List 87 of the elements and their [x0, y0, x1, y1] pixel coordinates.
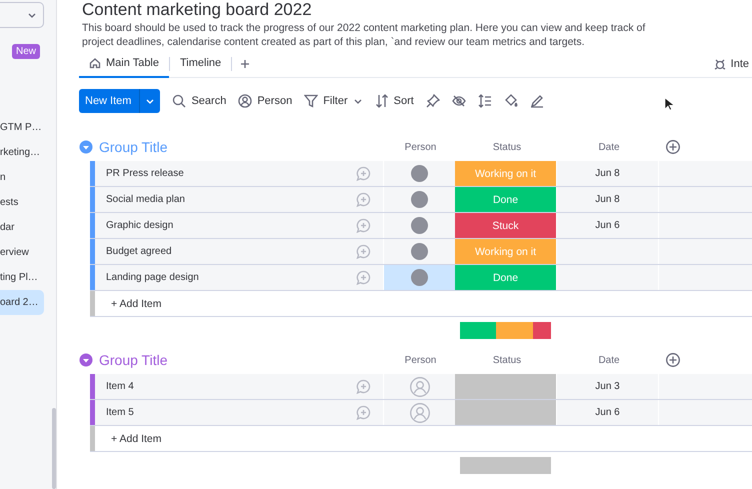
add-column-icon [666, 140, 680, 154]
home-icon [89, 57, 101, 69]
sidebar-item[interactable]: ests [0, 190, 44, 215]
add-item-input[interactable]: + Add Item [95, 432, 162, 444]
add-update-button[interactable] [356, 379, 371, 394]
robot-icon [714, 58, 726, 70]
board-description: This board should be used to track the progress of our 2022 content marketing plan. Here you can view and keep track of project deadlines, calendarise content created as part of this plan, `and review our team metrics and targets. [82, 21, 646, 49]
item-name[interactable]: Graphic design [95, 220, 174, 231]
chat-plus-icon [356, 379, 371, 394]
toolbar-sort-button[interactable]: Sort [374, 94, 414, 108]
pen-icon [530, 94, 544, 108]
integrate-button[interactable]: Inte [714, 58, 749, 70]
item-name[interactable]: PR Press release [95, 168, 184, 179]
column-header: Date [597, 142, 621, 152]
eye-slash-button[interactable] [452, 94, 466, 108]
chat-plus-icon [356, 166, 371, 181]
add-update-button[interactable] [356, 244, 371, 259]
item-name[interactable]: Landing page design [95, 272, 199, 283]
group-title[interactable]: Group Title [99, 352, 168, 368]
toolbar-person-button[interactable]: Person [238, 94, 292, 108]
status-label[interactable]: Stuck [455, 213, 557, 238]
sidebar-item[interactable]: rketing… [0, 140, 44, 165]
column-header: Status [492, 142, 522, 152]
new-badge: New [12, 44, 40, 59]
date-text: Jun 6 [595, 220, 620, 231]
chat-plus-icon [356, 270, 371, 285]
sidebar-item[interactable]: GTM P… [0, 115, 44, 140]
add-column-icon [666, 353, 680, 367]
search-icon [172, 94, 186, 108]
person-cell[interactable] [384, 265, 455, 290]
eye-slash-icon [452, 94, 466, 108]
date-text: Jun 3 [595, 381, 620, 392]
date-text: Jun 6 [595, 407, 620, 418]
add-update-button[interactable] [356, 405, 371, 420]
avatar [411, 165, 428, 182]
sidebar-item[interactable]: oard 2… [0, 290, 44, 315]
workspace-dropdown[interactable] [0, 2, 44, 28]
column-header: Status [492, 354, 522, 366]
chat-plus-icon [356, 192, 371, 207]
column-header: Date [597, 354, 621, 366]
add-update-button[interactable] [356, 166, 371, 181]
item-name[interactable]: Social media plan [95, 194, 185, 205]
person-icon [410, 376, 430, 396]
avatar [411, 217, 428, 234]
status-label[interactable] [455, 374, 557, 399]
person-icon [410, 402, 430, 422]
sidebar-item[interactable]: ting Pl… [0, 265, 44, 290]
row-height-icon [478, 94, 492, 108]
new-item-button[interactable]: New Item [79, 89, 160, 113]
avatar [411, 269, 428, 286]
chat-plus-icon [356, 405, 371, 420]
item-name[interactable]: Item 4 [95, 381, 134, 392]
view-tab[interactable]: Main Table [79, 50, 169, 78]
sort-icon [374, 94, 389, 108]
date-text: Jun 8 [595, 168, 620, 179]
sidebar-item[interactable]: n [0, 165, 44, 190]
chat-plus-icon [356, 218, 371, 233]
pen-button[interactable] [530, 94, 544, 108]
add-update-button[interactable] [356, 218, 371, 233]
chat-plus-icon [356, 244, 371, 259]
add-item-input[interactable]: + Add Item [95, 298, 162, 310]
person-icon [238, 94, 252, 108]
view-tab[interactable]: Timeline [170, 50, 232, 78]
paint-bucket-button[interactable] [504, 94, 518, 108]
item-name[interactable]: Item 5 [95, 407, 134, 418]
column-header: Person [404, 142, 438, 152]
sidebar-item[interactable]: erview [0, 240, 44, 265]
pin-button[interactable] [426, 94, 440, 108]
row-height-button[interactable] [478, 94, 492, 108]
cursor-icon [663, 97, 676, 111]
toolbar-filter-button[interactable]: Filter [304, 94, 363, 108]
sidebar-item[interactable]: dar [0, 215, 44, 240]
item-name[interactable]: Budget agreed [95, 246, 172, 257]
date-text: Jun 8 [595, 194, 620, 205]
toolbar-search-button[interactable]: Search [172, 94, 226, 108]
pin-icon [426, 94, 440, 108]
avatar [411, 191, 428, 208]
scrollbar[interactable] [52, 408, 56, 489]
status-label[interactable] [455, 400, 557, 425]
paint-bucket-icon [504, 94, 518, 108]
add-update-button[interactable] [356, 270, 371, 285]
plus-icon [240, 59, 250, 69]
avatar [411, 243, 428, 260]
board-title: Content marketing board 2022 [82, 0, 313, 20]
filter-icon [304, 94, 318, 108]
column-header: Person [404, 354, 438, 366]
add-update-button[interactable] [356, 192, 371, 207]
